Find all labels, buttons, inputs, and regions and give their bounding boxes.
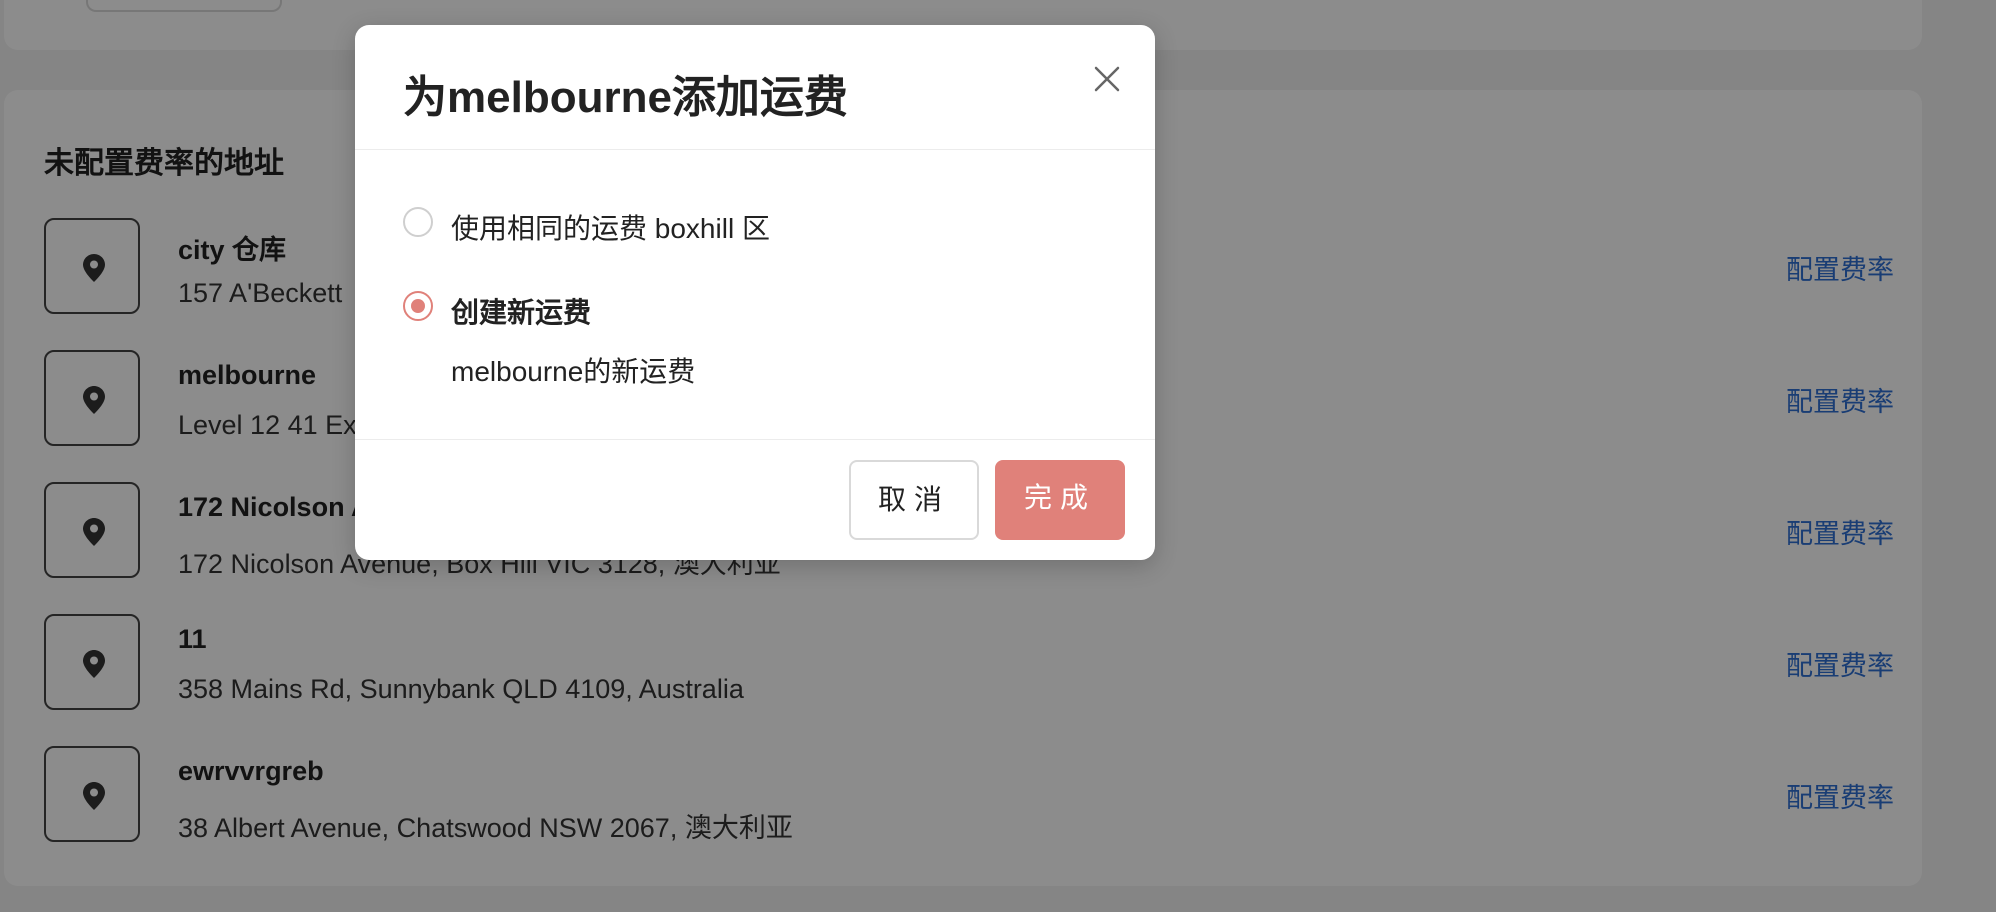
new-rate-name: melbourne的新运费 [451, 356, 696, 387]
new-rate-radio[interactable] [403, 291, 433, 321]
dialog-title: 为melbourne添加运费 [403, 73, 848, 122]
close-button[interactable] [1087, 59, 1127, 99]
close-icon [1094, 66, 1120, 92]
cancel-button[interactable]: 取消 [849, 460, 979, 540]
add-shipping-rate-dialog: 为melbourne添加运费 使用相同的运费 boxhill 区 创建新运费 m… [355, 25, 1155, 560]
dialog-header: 为melbourne添加运费 [355, 25, 1155, 150]
option-new-rate[interactable]: 创建新运费 [403, 289, 703, 329]
new-rate-label: 创建新运费 [451, 297, 592, 328]
option-same-rate[interactable]: 使用相同的运费 boxhill 区 [403, 205, 823, 245]
same-rate-radio[interactable] [403, 207, 433, 237]
dialog-footer: 取消 完成 [355, 439, 1155, 561]
same-rate-label: 使用相同的运费 boxhill 区 [451, 213, 770, 244]
done-button[interactable]: 完成 [995, 460, 1125, 540]
